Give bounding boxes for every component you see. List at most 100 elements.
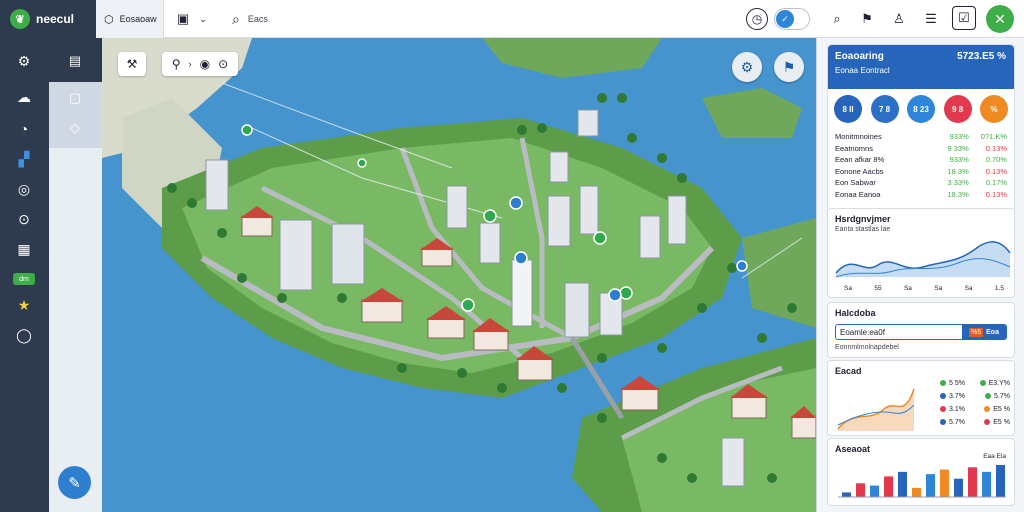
bar[interactable] [926,474,935,497]
metrics-chart [837,388,915,431]
kpi-circle[interactable]: 7 8 [870,95,899,123]
brand[interactable]: ❦ neecul [0,0,96,38]
metric-value: 5 5% [940,380,965,387]
kpi-circles: 8 II 7 8 8 23 9 8 % [828,89,1014,129]
edit-button[interactable]: ✎ [58,466,91,499]
shield-icon: ⬡ [104,13,114,26]
chevron-down-icon[interactable]: ⌄ [192,8,214,30]
lookup-button-label: Eoa [986,328,999,336]
star-icon[interactable]: ★ [12,294,36,316]
lookup-card: Halcdoba Eoamle:ea0f %5 Eoa Eonnmlmolnap… [827,302,1015,358]
lookup-caption: Eonnmlmolnapdebel [835,344,899,351]
stat-change: 0.13% [985,189,1007,199]
bar[interactable] [842,492,851,497]
bar[interactable] [954,478,963,497]
flag-icon[interactable]: ⚑ [856,8,878,30]
badge-item[interactable]: dm [12,268,36,290]
trend-tick: Sa [964,285,973,292]
lookup-query: Eoamle:ea0f [840,327,885,337]
user-icon[interactable]: ♙ [888,8,910,30]
tools-button[interactable]: ⚒ [118,52,146,76]
stat-value: 9 33% [947,143,969,153]
metric-row: 5 5% E3.Y% [940,377,1010,390]
trend-card: Hsrdgnvjmer Eanta stastlas lae Sa 55 Sa Sa S… [827,208,1015,298]
bar[interactable] [870,485,879,497]
metric-change: E5 % [984,419,1010,426]
summary-card: Eoaoaring 5723.E5 % Eonaa Eontracl 8 II … [827,44,1015,230]
grid-icon[interactable]: ▦ [12,238,36,260]
lookup-button[interactable]: %5 Eoa [962,324,1006,340]
bar[interactable] [912,487,921,497]
stat-row[interactable]: Eon Sabwar 3 33% 0.17% [835,177,1007,189]
layout-icon[interactable]: ▤ [65,51,85,71]
lookup-input[interactable]: Eoamle:ea0f %5 Eoa [835,324,1007,340]
layers-icon[interactable]: ◇ [65,118,85,138]
stat-change: 0.13% [985,143,1007,153]
stat-row[interactable]: Eonone Aacbs 18.3% 0.13% [835,166,1007,178]
chat-icon[interactable]: ◯ [12,324,36,346]
cloud-icon[interactable]: ☁ [12,86,36,108]
trend-tick: Sa [934,285,943,292]
toggle-knob: ✓ [776,10,794,28]
timer-icon[interactable]: ◷ [746,8,768,30]
map-controls[interactable]: ⚲ › ◉ ⊙ [162,52,238,76]
leaf-logo-icon: ❦ [10,9,30,29]
lookup-badge: %5 [969,327,984,337]
metrics-values: 5 5% E3.Y% 3.7% 5.7% 3.1% E5 % 5.7% E5 % [940,377,1010,429]
kpi-circle[interactable]: % [980,95,1008,123]
stat-row[interactable]: Monitmnoines 933% 0?1.K% [835,131,1007,143]
metric-value: 5.7% [940,419,965,426]
clock-icon[interactable]: ◔ [12,118,36,140]
bar[interactable] [996,465,1005,497]
stat-row[interactable]: Eonaa Eanoa 18.3% 0.13% [835,189,1007,201]
chart-icon[interactable]: ▞ [12,148,36,170]
sub-panel: ▤ ▢ ◇ [49,38,102,148]
stat-value: 933% [949,132,969,142]
settings-icon[interactable]: ⊙ [218,57,228,71]
lookup-title: Halcdoba [835,308,876,318]
image-icon[interactable]: ▢ [65,88,85,108]
pin-icon[interactable]: ◉ [200,57,210,71]
search-input[interactable]: Eacs [248,14,268,24]
kpi-circle[interactable]: 8 II [834,95,862,123]
stat-label: Eon Sabwar [835,178,876,188]
metric-row: 3.7% 5.7% [940,390,1010,403]
check-box-icon[interactable]: ☑ [952,6,976,30]
bars-card: Aseaoat Eaa Ela [827,438,1015,506]
kpi-circle[interactable]: 8 23 [907,95,935,123]
bar[interactable] [884,476,893,497]
stat-label: Eonaa Eanoa [835,189,881,199]
stat-label: Monitmnoines [835,132,882,142]
settings-icon[interactable]: ⚙ [12,50,36,72]
globe-icon[interactable]: ◎ [12,178,36,200]
timer-icon[interactable]: ⊙ [12,208,36,230]
toggle-switch[interactable]: ✓ [774,8,810,30]
bar[interactable] [898,471,907,497]
trend-ticks: Sa 55 Sa Sa Sa 1.5 [844,285,1004,292]
bar[interactable] [982,471,991,497]
trend-chart [835,241,1011,278]
stat-value: 18.3% [947,166,969,176]
map-view[interactable]: ⚒ ⚲ › ◉ ⊙ ⚙ ⚑ [102,38,816,512]
metric-value: 3.1% [940,406,965,413]
pin-button[interactable]: ⚑ [774,52,804,82]
wrench-button[interactable]: ⚙ [732,52,762,82]
chevron-down-icon[interactable]: › [189,59,192,69]
summary-subtitle: Eonaa Eontracl [835,66,890,75]
folder-icon[interactable]: ▣ [172,8,194,30]
bar[interactable] [940,469,949,497]
trend-title: Hsrdgnvjmer [835,214,891,224]
search-icon[interactable]: ⌕ [826,8,848,30]
kpi-circle[interactable]: 9 8 [943,95,972,123]
search-box[interactable]: ⌕ Eacs [232,8,352,30]
stat-row[interactable]: Eeatnomns 9 33% 0.13% [835,143,1007,155]
trend-tick: Sa [844,285,852,292]
menu-icon[interactable]: ☰ [920,8,942,30]
location-tab[interactable]: ⬡ Eosaoaw [96,0,164,38]
bar[interactable] [856,483,865,497]
bar[interactable] [968,467,977,497]
stat-row[interactable]: Eean afkar 8% 933% 0.70% [835,154,1007,166]
layers-icon[interactable]: ⚲ [172,57,181,71]
trend-tick: 55 [874,285,882,292]
close-icon[interactable]: ✕ [986,5,1014,33]
